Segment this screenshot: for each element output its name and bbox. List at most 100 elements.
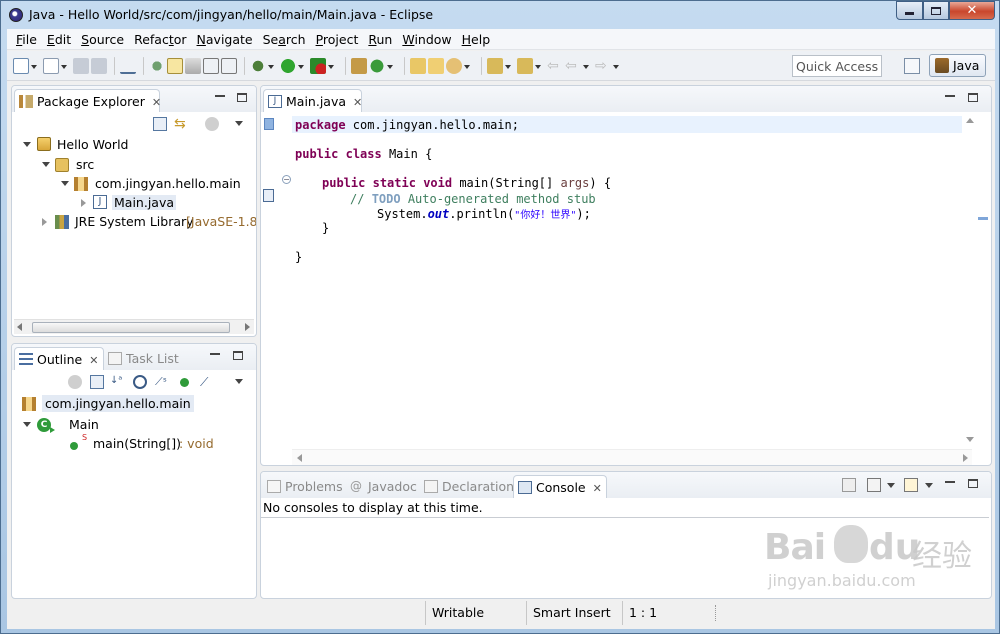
close-tab-icon[interactable]: ✕ xyxy=(353,96,362,109)
expand-twisty-icon[interactable] xyxy=(42,162,50,167)
collapse-all-icon[interactable] xyxy=(153,117,167,131)
external-tool-dropdown-icon[interactable] xyxy=(328,58,335,74)
maximize-view-icon[interactable] xyxy=(968,479,978,488)
collapsed-twisty-icon[interactable] xyxy=(42,218,47,226)
outline-item-method[interactable]: S main(String[]) : void xyxy=(12,433,252,454)
close-button[interactable]: ✕ xyxy=(949,1,995,20)
menu-source[interactable]: Source xyxy=(76,32,129,47)
tab-main-java[interactable]: J Main.java ✕ xyxy=(263,89,362,112)
hide-static-icon[interactable]: ⟋ˢ xyxy=(155,375,169,389)
minimize-button[interactable] xyxy=(896,1,923,20)
menu-help[interactable]: Help xyxy=(457,32,496,47)
code-area[interactable]: package com.jingyan.hello.main; public c… xyxy=(292,112,962,449)
view-menu-icon[interactable] xyxy=(235,379,243,384)
scrollbar-thumb[interactable] xyxy=(32,322,230,333)
forward-icon[interactable]: ⇨ xyxy=(595,58,611,74)
new-class-dropdown-icon[interactable] xyxy=(61,58,68,74)
display-console-icon[interactable] xyxy=(867,478,881,492)
mark-occurrences-icon[interactable] xyxy=(149,58,165,74)
tree-item-package[interactable]: com.jingyan.hello.main xyxy=(12,175,252,194)
tab-declaration[interactable]: Declaration xyxy=(420,475,514,498)
menu-run[interactable]: Run xyxy=(363,32,397,47)
open-console-dropdown-icon[interactable] xyxy=(925,483,933,488)
back-icon[interactable]: ⇦ xyxy=(565,58,581,74)
maximize-button[interactable] xyxy=(923,1,949,20)
new-class-dropdown-2-icon[interactable] xyxy=(387,58,394,74)
debug-icon[interactable] xyxy=(250,58,266,74)
focus-on-task-icon[interactable] xyxy=(205,117,219,131)
tab-console[interactable]: Console ✕ xyxy=(513,475,607,498)
tab-problems[interactable]: Problems xyxy=(263,475,346,498)
expand-twisty-icon[interactable] xyxy=(23,142,31,147)
menu-window[interactable]: Window xyxy=(397,32,456,47)
open-type-icon[interactable] xyxy=(410,58,426,74)
title-bar[interactable]: Java - Hello World/src/com/jingyan/hello… xyxy=(1,1,1000,29)
editor-horizontal-scrollbar[interactable] xyxy=(292,449,972,465)
maximize-view-icon[interactable] xyxy=(237,93,247,102)
save-icon[interactable] xyxy=(73,58,89,74)
scroll-right-icon[interactable] xyxy=(963,454,968,462)
new-file-icon[interactable] xyxy=(13,58,29,74)
run-external-tool-icon[interactable] xyxy=(310,58,326,74)
menu-edit[interactable]: Edit xyxy=(42,32,76,47)
open-folder-icon[interactable] xyxy=(428,58,444,74)
fold-collapse-icon[interactable]: − xyxy=(282,175,291,184)
last-edit-icon[interactable]: ⇦ xyxy=(547,58,563,74)
close-tab-icon[interactable]: ✕ xyxy=(152,96,161,109)
tab-package-explorer[interactable]: Package Explorer ✕ xyxy=(14,89,161,112)
minimize-view-icon[interactable] xyxy=(210,353,220,355)
java-perspective-button[interactable]: Java xyxy=(929,54,986,77)
scroll-right-icon[interactable] xyxy=(245,323,250,331)
outline-item-class[interactable]: C Main xyxy=(12,416,252,435)
tab-javadoc[interactable]: @ Javadoc xyxy=(346,475,418,498)
tree-item-src[interactable]: src xyxy=(12,156,252,175)
pin-console-icon[interactable] xyxy=(842,478,856,492)
menu-project[interactable]: Project xyxy=(311,32,364,47)
outline-item-package[interactable]: com.jingyan.hello.main xyxy=(12,395,252,414)
view-menu-icon[interactable] xyxy=(235,121,243,126)
search-dropdown-icon[interactable] xyxy=(464,58,471,74)
focus-on-task-icon[interactable] xyxy=(68,375,82,389)
scroll-left-icon[interactable] xyxy=(17,323,22,331)
maximize-editor-icon[interactable] xyxy=(968,93,978,102)
minimize-view-icon[interactable] xyxy=(215,95,225,97)
close-tab-icon[interactable]: ✕ xyxy=(89,354,98,367)
next-edit-dropdown-icon[interactable] xyxy=(505,58,512,74)
tree-item-jre[interactable]: JRE System Library [JavaSE-1.8] xyxy=(12,213,256,232)
expand-twisty-icon[interactable] xyxy=(23,422,31,427)
toggle-breakpoint-icon[interactable] xyxy=(120,58,136,74)
run-dropdown-icon[interactable] xyxy=(298,58,305,74)
search-icon[interactable] xyxy=(446,58,462,74)
menu-refactor[interactable]: Refactor xyxy=(129,32,191,47)
menu-file[interactable]: File xyxy=(11,32,42,47)
block-selection-icon[interactable] xyxy=(221,58,237,74)
open-console-icon[interactable] xyxy=(904,478,918,492)
new-dropdown-icon[interactable] xyxy=(31,58,38,74)
debug-dropdown-icon[interactable] xyxy=(268,58,275,74)
horizontal-scrollbar[interactable] xyxy=(14,319,254,334)
tab-outline[interactable]: Outline ✕ xyxy=(14,347,104,370)
scroll-left-icon[interactable] xyxy=(297,454,302,462)
highlight-icon[interactable] xyxy=(167,58,183,74)
open-perspective-icon[interactable] xyxy=(904,58,920,74)
menu-search[interactable]: Search xyxy=(258,32,311,47)
tree-item-project[interactable]: Hello World xyxy=(12,136,252,155)
collapse-all-icon[interactable] xyxy=(90,375,104,389)
menu-navigate[interactable]: Navigate xyxy=(192,32,258,47)
quick-access-input[interactable]: Quick Access xyxy=(792,55,882,77)
scroll-up-icon[interactable] xyxy=(966,118,974,123)
next-annotation-icon[interactable] xyxy=(185,58,201,74)
prev-edit-dropdown-icon[interactable] xyxy=(535,58,542,74)
sort-icon[interactable]: ↓ᵃ xyxy=(110,374,124,388)
new-class-icon[interactable] xyxy=(43,58,59,74)
scroll-down-icon[interactable] xyxy=(966,437,974,442)
expand-twisty-icon[interactable] xyxy=(61,181,69,186)
hide-fields-icon[interactable] xyxy=(133,375,147,389)
next-edit-icon[interactable] xyxy=(487,58,503,74)
show-whitespace-icon[interactable] xyxy=(203,58,219,74)
minimize-view-icon[interactable] xyxy=(945,481,955,483)
overview-ruler[interactable] xyxy=(962,112,991,449)
save-all-icon[interactable] xyxy=(91,58,107,74)
tab-task-list[interactable]: Task List xyxy=(104,347,184,370)
hide-local-types-icon[interactable]: ⟋ xyxy=(200,375,214,389)
